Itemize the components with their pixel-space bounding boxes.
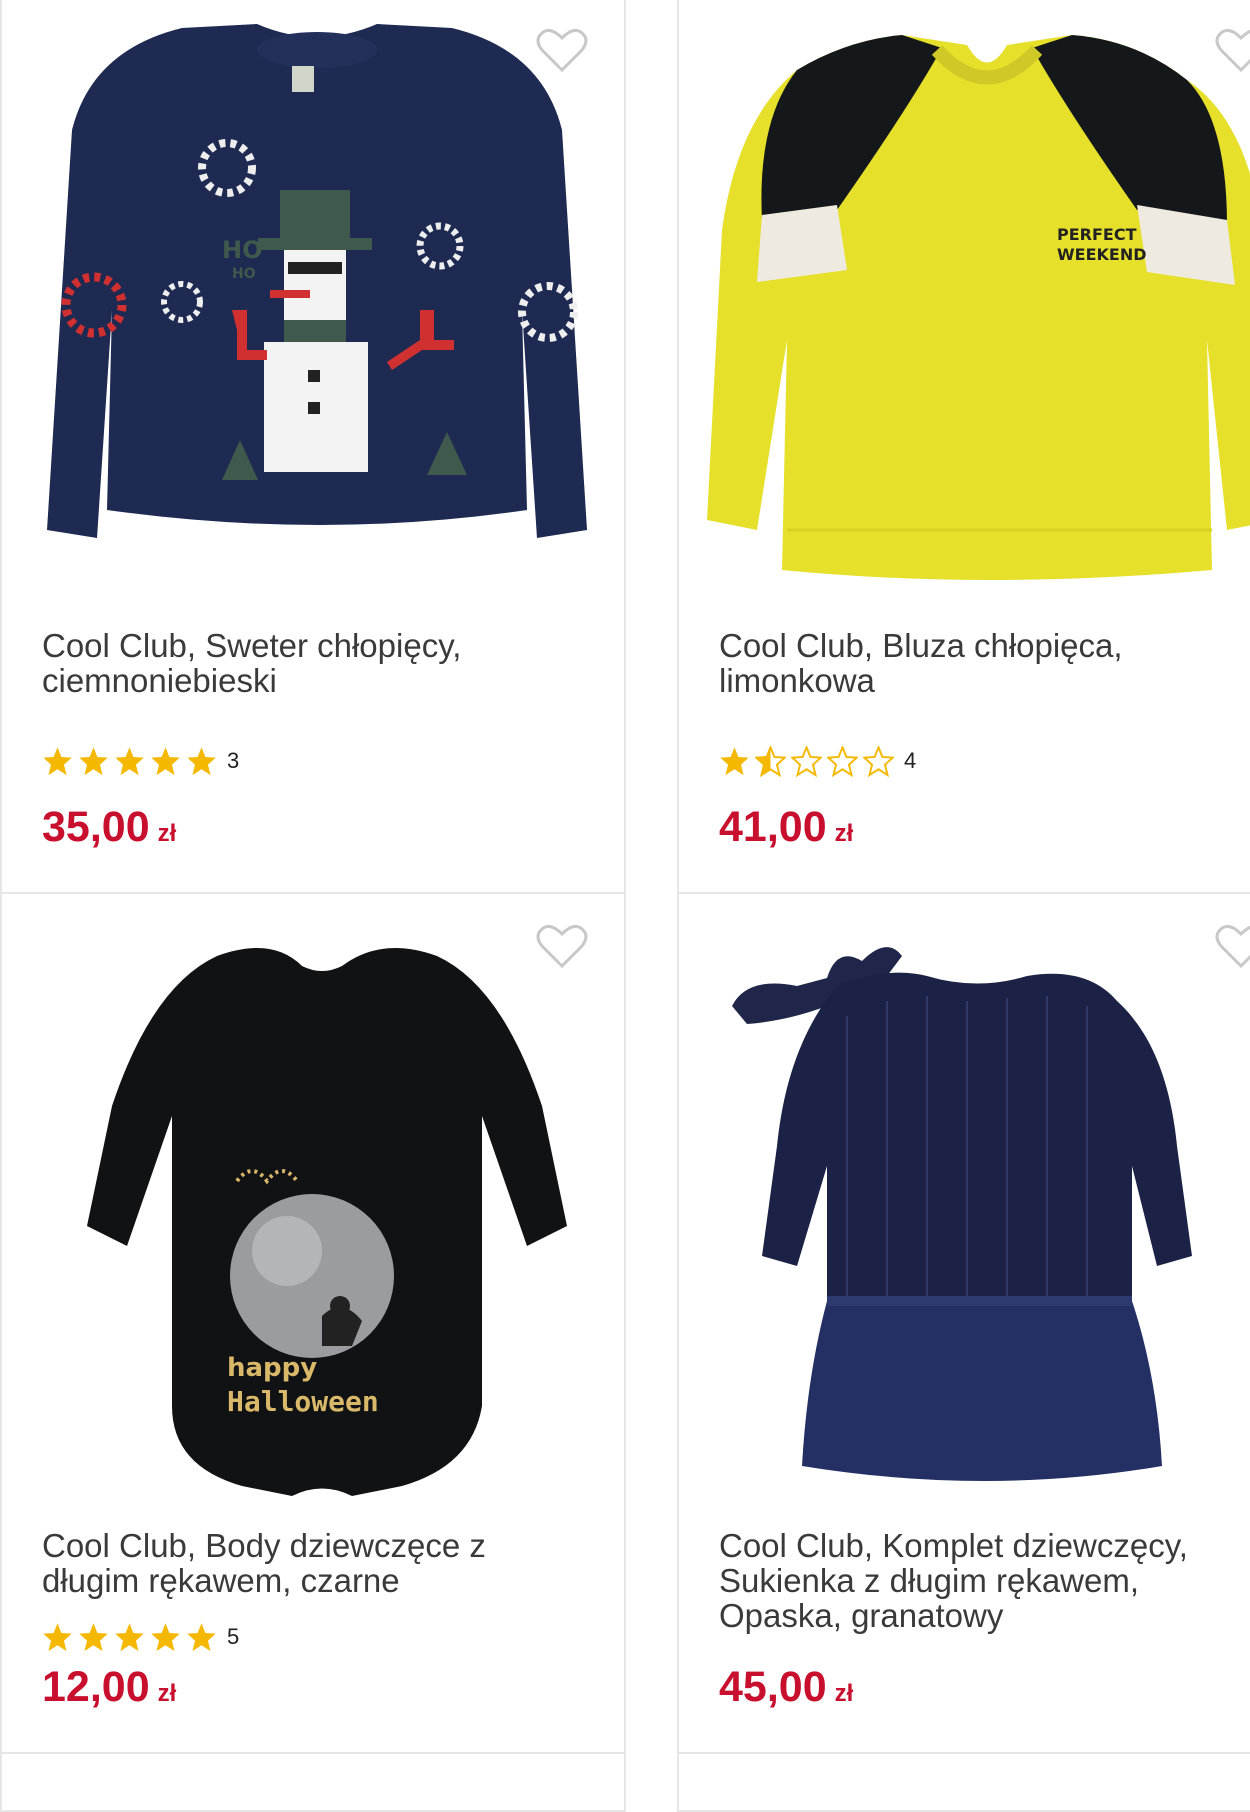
- rating-count: 4: [904, 748, 917, 773]
- star-empty-icon: [791, 745, 822, 777]
- navy-snowman-sweater-icon[interactable]: HO HO: [22, 10, 612, 600]
- svg-text:Halloween: Halloween: [227, 1385, 379, 1418]
- star-filled-icon: [115, 746, 144, 775]
- heart-icon[interactable]: [536, 922, 588, 970]
- star-filled-icon: [79, 1622, 108, 1651]
- product-card[interactable]: Cool Club, Komplet dziewczęcy, Sukienka …: [677, 892, 1250, 1760]
- product-title[interactable]: Cool Club, Bluza chłopięca, limonkowa: [719, 628, 1250, 698]
- rating-count: 5: [227, 1624, 240, 1649]
- black-halloween-bodysuit-icon[interactable]: happy Halloween: [22, 906, 612, 1496]
- svg-text:PERFECT: PERFECT: [1057, 225, 1137, 244]
- svg-text:HO: HO: [222, 236, 263, 264]
- star-half-icon: [755, 745, 786, 777]
- product-card[interactable]: HO HO Cool Club, Sweter chłopięcy, ciemn…: [0, 0, 626, 898]
- rating-count: 3: [227, 748, 240, 773]
- star-filled-icon: [187, 1622, 216, 1651]
- price-value: 12,00: [42, 1663, 150, 1711]
- product-card[interactable]: happy Halloween Cool Club, Body dziewczę…: [0, 892, 626, 1760]
- price-currency: zł: [157, 1680, 177, 1707]
- svg-text:WEEKEND: WEEKEND: [1057, 245, 1147, 264]
- heart-icon[interactable]: [1215, 922, 1250, 970]
- price-currency: zł: [834, 1680, 854, 1707]
- product-title[interactable]: Cool Club, Sweter chłopięcy, ciemnoniebi…: [42, 628, 582, 698]
- star-filled-icon: [43, 746, 72, 775]
- star-filled-icon: [43, 1622, 72, 1651]
- product-rating: 4: [719, 745, 916, 777]
- star-empty-icon: [863, 745, 894, 777]
- star-filled-icon: [187, 746, 216, 775]
- star-filled-icon: [115, 1622, 144, 1651]
- product-card[interactable]: [0, 1752, 626, 1812]
- star-filled-icon: [720, 746, 749, 775]
- price-currency: zł: [834, 820, 854, 847]
- product-card[interactable]: PERFECT WEEKEND Cool Club, Bluza chłopię…: [677, 0, 1250, 898]
- svg-text:HO: HO: [232, 266, 256, 282]
- product-rating: 3: [42, 745, 239, 777]
- product-price: 35,00 zł: [42, 803, 176, 858]
- product-price: 45,00 zł: [719, 1663, 853, 1718]
- lime-sweatshirt-icon[interactable]: PERFECT WEEKEND: [687, 10, 1250, 600]
- heart-icon[interactable]: [536, 26, 588, 74]
- price-value: 35,00: [42, 803, 150, 851]
- svg-text:happy: happy: [227, 1353, 317, 1383]
- star-empty-icon: [827, 745, 858, 777]
- price-value: 41,00: [719, 803, 827, 851]
- heart-icon[interactable]: [1215, 26, 1250, 74]
- star-filled-icon: [151, 746, 180, 775]
- product-rating: 5: [42, 1621, 239, 1653]
- price-value: 45,00: [719, 1663, 827, 1711]
- star-filled-icon: [79, 746, 108, 775]
- product-title[interactable]: Cool Club, Body dziewczęce z długim ręka…: [42, 1528, 582, 1598]
- product-card[interactable]: [677, 1752, 1250, 1812]
- star-filled-icon: [151, 1622, 180, 1651]
- product-price: 12,00 zł: [42, 1663, 176, 1718]
- product-title[interactable]: Cool Club, Komplet dziewczęcy, Sukienka …: [719, 1528, 1250, 1633]
- product-price: 41,00 zł: [719, 803, 853, 858]
- price-currency: zł: [157, 820, 177, 847]
- navy-velvet-dress-headband-icon[interactable]: [687, 906, 1250, 1496]
